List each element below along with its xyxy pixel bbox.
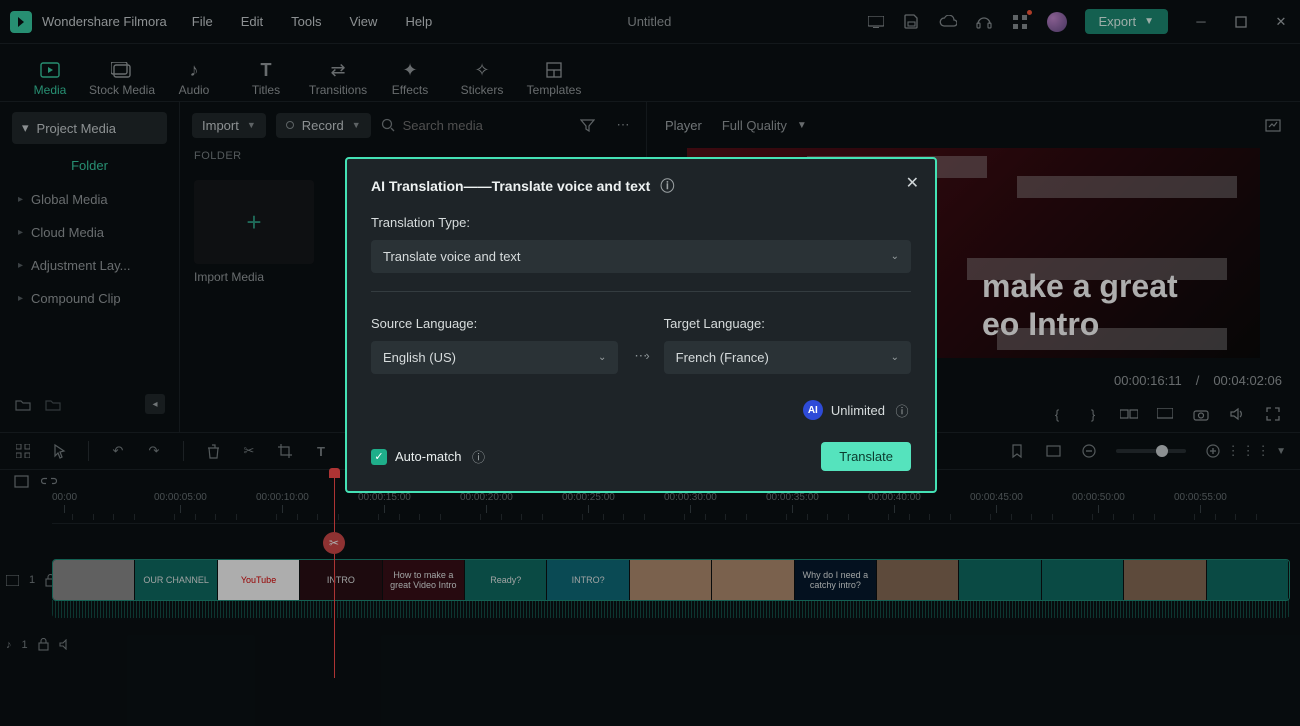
modal-close-button[interactable]: ✕ bbox=[906, 173, 919, 193]
target-language-select[interactable]: French (France) ⌄ bbox=[664, 341, 911, 374]
arrow-right-icon: ⋯› bbox=[634, 348, 647, 374]
info-icon[interactable]: ⓘ bbox=[893, 401, 911, 419]
translation-type-select[interactable]: Translate voice and text ⌄ bbox=[371, 240, 911, 273]
ai-translation-modal: AI Translation——Translate voice and text… bbox=[345, 157, 937, 493]
info-icon[interactable]: ⓘ bbox=[469, 448, 487, 466]
translation-type-label: Translation Type: bbox=[371, 215, 911, 230]
modal-title: AI Translation——Translate voice and text… bbox=[371, 177, 911, 195]
source-language-select[interactable]: English (US) ⌄ bbox=[371, 341, 618, 374]
chevron-down-icon: ⌄ bbox=[891, 352, 899, 363]
target-language-label: Target Language: bbox=[664, 316, 911, 331]
unlimited-label: Unlimited bbox=[831, 403, 885, 418]
source-language-label: Source Language: bbox=[371, 316, 618, 331]
translate-button[interactable]: Translate bbox=[821, 442, 911, 471]
auto-match-checkbox[interactable]: ✓ Auto-match ⓘ bbox=[371, 448, 487, 466]
checkbox-checked-icon: ✓ bbox=[371, 449, 387, 465]
info-icon[interactable]: ⓘ bbox=[658, 177, 676, 195]
ai-badge-icon: AI bbox=[803, 400, 823, 420]
chevron-down-icon: ⌄ bbox=[598, 352, 606, 363]
chevron-down-icon: ⌄ bbox=[891, 251, 899, 262]
